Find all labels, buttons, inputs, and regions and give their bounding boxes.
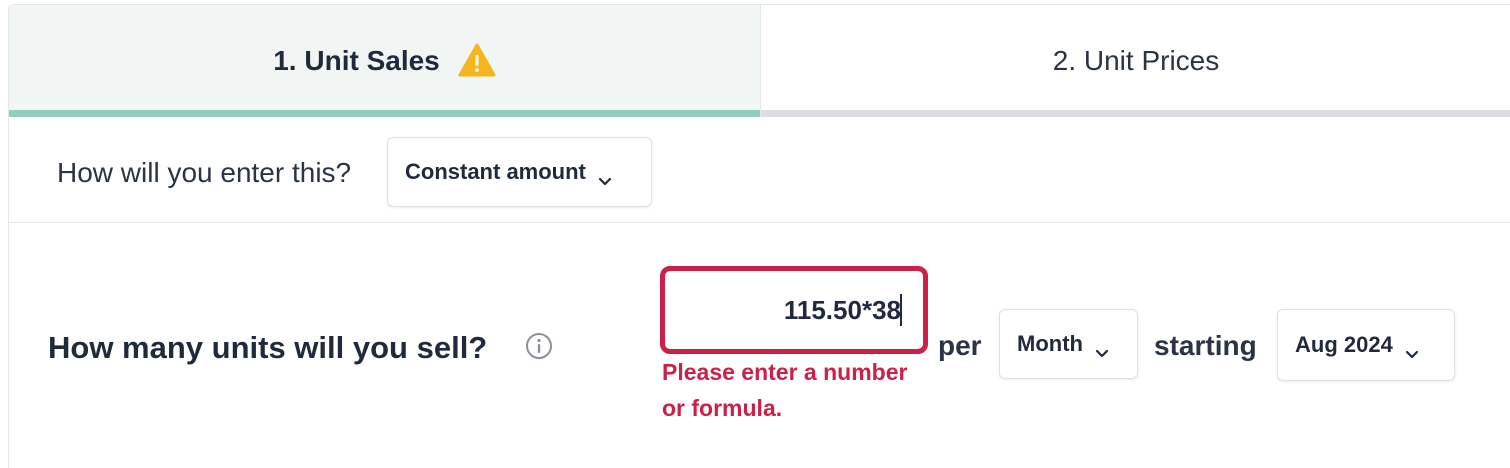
tab-unit-sales[interactable]: 1. Unit Sales bbox=[9, 5, 760, 117]
chevron-down-icon bbox=[1405, 340, 1419, 359]
chevron-down-icon bbox=[598, 167, 612, 186]
entry-method-label: How will you enter this? bbox=[57, 157, 352, 188]
units-formula-input[interactable] bbox=[660, 266, 928, 354]
period-value: Month bbox=[1017, 331, 1083, 356]
tab-label: 2. Unit Prices bbox=[1052, 45, 1220, 76]
entry-method-select[interactable]: Constant amount bbox=[387, 137, 652, 207]
entry-method-value: Constant amount bbox=[405, 159, 586, 184]
entry-method-row: How will you enter this? Constant amount bbox=[9, 117, 1510, 223]
tab-unit-prices[interactable]: 2. Unit Prices bbox=[760, 5, 1510, 117]
start-date-select[interactable]: Aug 2024 bbox=[1277, 309, 1455, 381]
starting-label: starting bbox=[1154, 330, 1257, 361]
chevron-down-icon bbox=[1095, 339, 1109, 358]
text-caret bbox=[900, 294, 902, 326]
validation-error: Please enter a number or formula. bbox=[662, 359, 908, 421]
warning-icon bbox=[458, 43, 496, 77]
per-label: per bbox=[938, 330, 982, 361]
start-date-value: Aug 2024 bbox=[1295, 332, 1393, 357]
period-select[interactable]: Month bbox=[999, 309, 1138, 379]
tab-bar: 1. Unit Sales 2. Unit Prices bbox=[9, 5, 1510, 117]
tab-label: 1. Unit Sales bbox=[273, 45, 440, 76]
info-icon[interactable] bbox=[525, 332, 553, 360]
units-question: How many units will you sell? bbox=[48, 330, 488, 365]
